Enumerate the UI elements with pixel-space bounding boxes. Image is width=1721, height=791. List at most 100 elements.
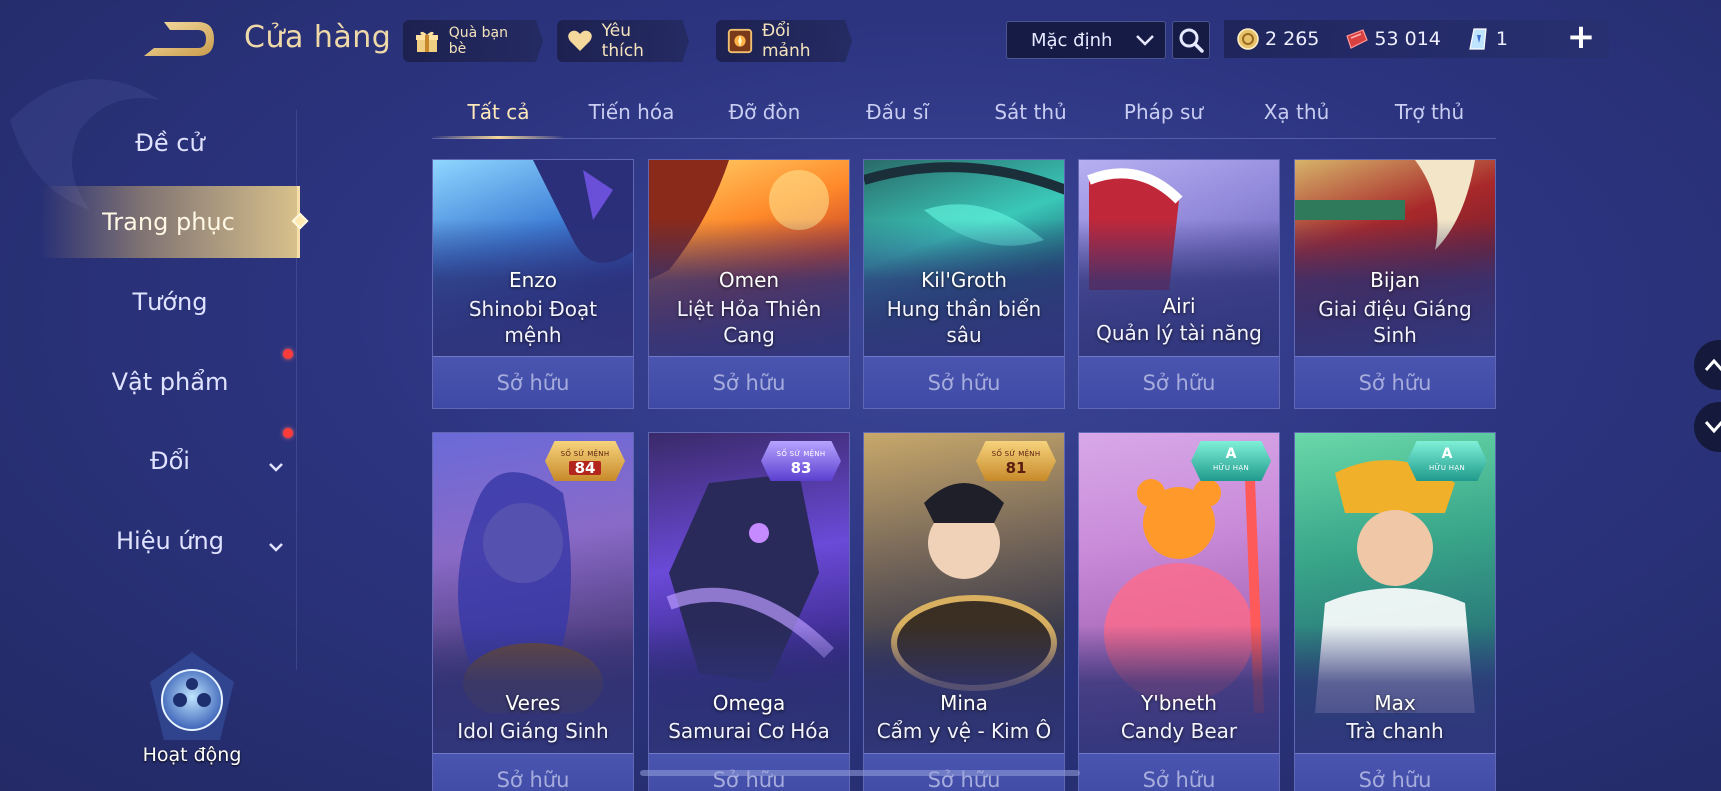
skin-name: Shinobi Đoạt mệnh [468, 297, 598, 347]
heart-icon [567, 27, 594, 55]
sort-value: Mặc định [1031, 29, 1113, 51]
skin-name: Idol Giáng Sinh [457, 719, 609, 743]
chevron-down-icon [1704, 421, 1721, 434]
voucher-value: 53 014 [1374, 28, 1441, 50]
skin-art: Kil'Groth Hung thần biển sâu [864, 160, 1064, 356]
owned-status: Sở hữu [433, 753, 633, 791]
tab-mage[interactable]: Pháp sư [1097, 95, 1230, 138]
home-indicator-bar [640, 770, 1080, 776]
sidebar-item-label: Đổi [150, 447, 190, 475]
badge-caption: HỮU HẠN [1212, 464, 1249, 472]
activity-button[interactable]: Hoạt động [130, 648, 254, 766]
exchange-fragments-button[interactable]: Đổi mảnh [716, 20, 852, 62]
skin-card[interactable]: SỐ SỨ MỆNH 81 Mina Cẩm y vệ - Kim Ô Sở h… [863, 432, 1065, 791]
hero-name: Omega [712, 691, 786, 715]
mission-badge: SỐ SỨ MỆNH 83 [761, 441, 841, 481]
limited-badge: A HỮU HẠN [1407, 441, 1487, 481]
hero-name: Max [1374, 691, 1416, 715]
skin-card[interactable]: Kil'Groth Hung thần biển sâu Sở hữu [863, 159, 1065, 409]
skin-card[interactable]: Airi Quản lý tài năng Sở hữu [1078, 159, 1280, 409]
skin-card[interactable]: A HỮU HẠN Y'bneth Candy Bear Sở hữu [1078, 432, 1280, 791]
badge-number: 81 [1005, 459, 1027, 477]
search-button[interactable] [1172, 21, 1210, 59]
back-arrow-icon [144, 22, 214, 56]
owned-status: Sở hữu [1079, 356, 1279, 408]
exchange-fragments-label: Đổi mảnh [762, 21, 811, 61]
skin-name: Cẩm y vệ - Kim Ô [876, 719, 1052, 743]
favorite-button[interactable]: Yêu thích [557, 20, 689, 62]
skin-name: Giai điệu Giáng Sinh [1318, 297, 1472, 347]
skin-card[interactable]: SỐ SỨ MỆNH 83 Omega Samurai Cơ Hóa Sở hữ… [648, 432, 850, 791]
currency-bar: 2 265 53 014 1 [1224, 20, 1609, 58]
tab-assassin[interactable]: Sát thủ [964, 95, 1097, 138]
hero-name: Omen [718, 268, 780, 292]
mission-badge: SỐ SỨ MỆNH 81 [976, 441, 1056, 481]
gift-icon [413, 27, 441, 55]
search-icon [1179, 28, 1204, 53]
tab-tank[interactable]: Đỡ đòn [698, 95, 831, 138]
skin-art: SỐ SỨ MỆNH 81 Mina Cẩm y vệ - Kim Ô [864, 433, 1064, 753]
owned-status: Sở hữu [433, 356, 633, 408]
sidebar-item-effects[interactable]: Hiệu ứng [40, 505, 300, 577]
hero-name: Y'bneth [1141, 691, 1217, 715]
badge-letter: A [1441, 446, 1453, 462]
activity-label: Hoạt động [142, 744, 242, 766]
tab-fighter[interactable]: Đấu sĩ [831, 95, 964, 138]
tab-marksman[interactable]: Xạ thủ [1230, 95, 1363, 138]
skin-art: Omen Liệt Hỏa Thiên Cang [649, 160, 849, 356]
hero-name: Veres [505, 691, 561, 715]
crystal-value: 1 [1495, 28, 1508, 50]
gold-coin-icon [1237, 28, 1259, 50]
sidebar-item-outfits[interactable]: Trang phục [40, 186, 309, 258]
plus-icon: + [1566, 17, 1596, 57]
owned-status: Sở hữu [1295, 356, 1495, 408]
category-tabs: Tất cả Tiến hóa Đỡ đòn Đấu sĩ Sát thủ Ph… [432, 95, 1496, 139]
limited-badge: A HỮU HẠN [1191, 441, 1271, 481]
skin-card[interactable]: Enzo Shinobi Đoạt mệnh Sở hữu [432, 159, 634, 409]
hero-name: Airi [1162, 294, 1196, 318]
hero-name: Kil'Groth [921, 268, 1007, 292]
badge-caption: HỮU HẠN [1428, 464, 1465, 472]
sidebar-item-label: Trang phục [102, 208, 235, 236]
chevron-down-icon [268, 451, 284, 479]
scroll-down-button[interactable] [1694, 402, 1721, 452]
sidebar-item-label: Hiệu ứng [116, 527, 224, 555]
sidebar-item-items[interactable]: Vật phẩm [40, 346, 300, 418]
skin-art: A HỮU HẠN Y'bneth Candy Bear [1079, 433, 1279, 753]
mission-badge: SỐ SỨ MỆNH 84 [545, 441, 625, 481]
badge-letter: A [1225, 446, 1237, 462]
skin-card[interactable]: A HỮU HẠN Max Trà chanh Sở hữu [1294, 432, 1496, 791]
voucher-icon [1346, 29, 1369, 49]
skin-name: Quản lý tài năng [1096, 321, 1262, 345]
notification-dot [283, 428, 293, 438]
notification-dot [283, 349, 293, 359]
sidebar-item-recommended[interactable]: Đề cử [40, 107, 300, 179]
skin-art: Bijan Giai điệu Giáng Sinh [1295, 160, 1495, 356]
owned-status: Sở hữu [864, 356, 1064, 408]
skin-art: SỐ SỨ MỆNH 84 Veres Idol Giáng Sinh [433, 433, 633, 753]
sidebar-item-label: Tướng [132, 288, 208, 316]
skin-card[interactable]: SỐ SỨ MỆNH 84 Veres Idol Giáng Sinh Sở h… [432, 432, 634, 791]
sidebar-item-exchange[interactable]: Đổi [40, 425, 300, 497]
tab-all[interactable]: Tất cả [432, 95, 565, 139]
skin-card[interactable]: Bijan Giai điệu Giáng Sinh Sở hữu [1294, 159, 1496, 409]
chevron-up-icon [1704, 358, 1721, 371]
sidebar-item-label: Vật phẩm [111, 368, 229, 396]
skin-art: SỐ SỨ MỆNH 83 Omega Samurai Cơ Hóa [649, 433, 849, 753]
chevron-down-icon [1135, 30, 1155, 51]
tab-support[interactable]: Trợ thủ [1363, 95, 1496, 138]
hero-name: Enzo [508, 268, 558, 292]
tab-evolution[interactable]: Tiến hóa [565, 95, 698, 138]
add-currency-button[interactable]: + [1564, 20, 1598, 56]
friend-gift-button[interactable]: Quà bạn bè [403, 20, 543, 62]
sidebar-item-heroes[interactable]: Tướng [40, 266, 300, 338]
skin-art: Airi Quản lý tài năng [1079, 160, 1279, 356]
badge-number: 84 [568, 461, 602, 476]
sidebar-item-label: Đề cử [135, 129, 205, 157]
back-button[interactable] [140, 18, 218, 60]
skin-card[interactable]: Omen Liệt Hỏa Thiên Cang Sở hữu [648, 159, 850, 409]
skin-name: Trà chanh [1346, 719, 1444, 743]
voucher-balance: 53 014 [1345, 28, 1441, 50]
sort-dropdown[interactable]: Mặc định [1006, 21, 1166, 59]
scroll-up-button[interactable] [1694, 340, 1721, 390]
